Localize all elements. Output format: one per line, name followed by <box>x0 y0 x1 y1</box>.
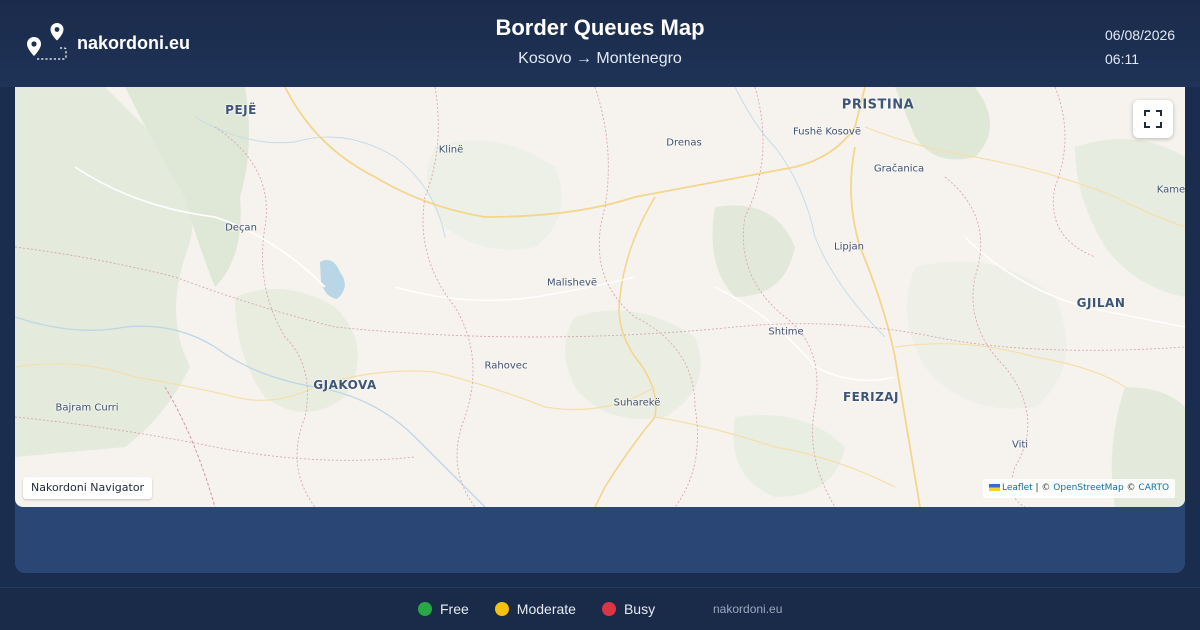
fullscreen-icon <box>1144 110 1162 128</box>
attribution-separator: © <box>1123 483 1139 493</box>
footer: Free Moderate Busy nakordoni.eu <box>0 587 1200 630</box>
footer-site-link[interactable]: nakordoni.eu <box>713 602 782 616</box>
legend-item-moderate: Moderate <box>494 601 576 617</box>
map[interactable]: PEJË PRISTINA Fushë Kosovë Klinë Drenas … <box>15 87 1185 507</box>
map-attribution: Leaflet | © OpenStreetMap © CARTO <box>983 479 1176 498</box>
place-label: GJILAN <box>1076 296 1126 310</box>
date-label: 06/08/2026 <box>1105 27 1176 43</box>
place-label: Drenas <box>666 137 702 149</box>
legend-label: Free <box>440 601 469 617</box>
place-label: Deçan <box>225 222 257 234</box>
place-label: FERIZAJ <box>842 390 900 404</box>
map-pins-logo-icon <box>27 23 67 60</box>
place-label: Shtime <box>768 326 804 338</box>
carto-link[interactable]: CARTO <box>1138 483 1169 493</box>
datetime: 06/08/2026 06:11 <box>1105 23 1175 71</box>
navigator-label: Nakordoni Navigator <box>23 477 153 499</box>
fullscreen-button[interactable] <box>1133 100 1173 138</box>
place-label: Klinë <box>438 144 464 156</box>
status-dot-icon <box>494 602 509 616</box>
place-label: Viti <box>1011 439 1029 451</box>
place-label: Kame <box>1156 184 1185 196</box>
openstreetmap-link[interactable]: OpenStreetMap <box>1053 483 1123 493</box>
leaflet-link[interactable]: Leaflet <box>1002 483 1033 493</box>
legend: Free Moderate Busy <box>418 601 681 617</box>
legend-label: Moderate <box>516 601 576 617</box>
place-label: Fushë Kosovë <box>793 126 861 138</box>
status-dot-icon <box>601 602 616 616</box>
status-dot-icon <box>418 602 432 616</box>
map-tiles <box>15 87 1185 507</box>
place-label: Rahovec <box>484 360 528 372</box>
brand-name: nakordoni.eu <box>77 32 191 53</box>
attribution-separator: | © <box>1032 483 1054 493</box>
legend-label: Busy <box>623 601 656 617</box>
ukraine-flag-icon <box>989 484 1000 491</box>
legend-item-busy: Busy <box>601 601 656 617</box>
place-label: Bajram Curri <box>55 402 119 414</box>
place-label: GJAKOVA <box>313 378 377 392</box>
place-label: Malishevë <box>546 277 598 289</box>
route-label: Kosovo → Montenegro <box>518 50 682 67</box>
place-label: PRISTINA <box>841 97 915 113</box>
time-label: 06:11 <box>1105 51 1139 67</box>
legend-item-free: Free <box>418 601 469 617</box>
header: nakordoni.eu Border Queues Map Kosovo → … <box>0 0 1200 87</box>
place-label: Gračanica <box>873 163 925 175</box>
place-label: PEJË <box>225 103 257 117</box>
place-label: Suharekë <box>613 397 661 409</box>
brand[interactable]: nakordoni.eu <box>24 22 190 64</box>
place-label: Lipjan <box>834 241 864 253</box>
